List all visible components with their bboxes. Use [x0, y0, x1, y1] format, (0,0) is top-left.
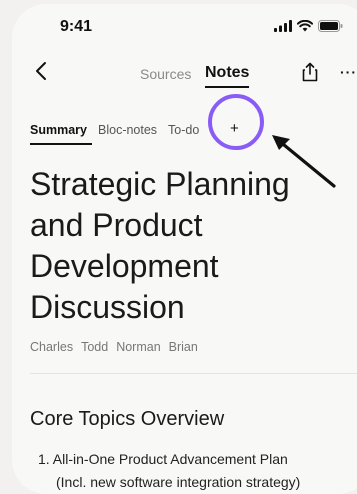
signal-icon	[274, 20, 292, 32]
list-item-continuation: (Incl. new software integration strategy…	[56, 474, 301, 490]
back-chevron-icon[interactable]	[32, 60, 52, 82]
more-options-icon[interactable]: ···	[340, 64, 357, 80]
participants-list: Charles Todd Norman Brian	[30, 340, 198, 354]
participant-name[interactable]: Charles	[30, 340, 73, 354]
status-bar: 9:41	[12, 4, 357, 48]
tab-notes-underline	[205, 86, 249, 88]
top-navigation: Sources Notes ···	[12, 52, 357, 92]
battery-icon	[318, 20, 343, 32]
subtab-summary[interactable]: Summary	[30, 123, 87, 137]
section-divider	[30, 373, 357, 374]
tab-sources[interactable]: Sources	[140, 66, 191, 82]
subtab-bloc-notes[interactable]: Bloc-notes	[98, 123, 157, 137]
participant-name[interactable]: Todd	[81, 340, 108, 354]
phone-screen: 9:41 Sources Notes ··· Summary Bloc-note…	[12, 4, 357, 494]
list-item: 1. All-in-One Product Advancement Plan	[38, 451, 288, 467]
subtab-todo[interactable]: To-do	[168, 123, 199, 137]
tab-notes[interactable]: Notes	[205, 64, 249, 82]
status-time: 9:41	[60, 18, 93, 35]
status-icons	[274, 20, 343, 32]
wifi-icon	[297, 20, 313, 32]
share-icon[interactable]	[301, 62, 319, 82]
section-heading: Core Topics Overview	[30, 408, 225, 430]
subtab-summary-underline	[30, 143, 92, 145]
highlight-circle	[208, 94, 264, 150]
document-title: Strategic Planning and Product Developme…	[30, 166, 290, 325]
participant-name[interactable]: Brian	[169, 340, 198, 354]
participant-name[interactable]: Norman	[116, 340, 160, 354]
